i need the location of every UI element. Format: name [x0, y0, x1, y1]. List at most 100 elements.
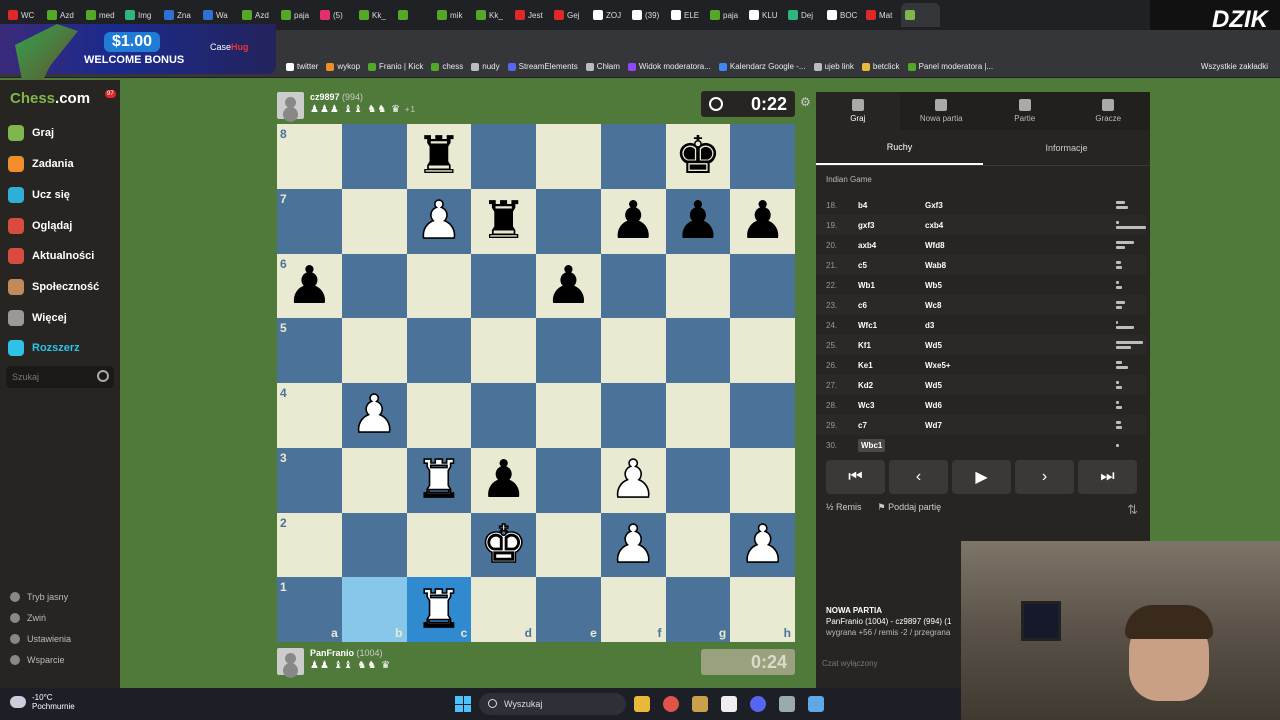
white-pawn-icon[interactable]: ♟ — [609, 518, 657, 572]
gear-icon[interactable]: ⚙ — [800, 95, 811, 109]
square-a8[interactable]: 8 — [277, 124, 342, 189]
black-move[interactable]: cxb4 — [925, 221, 1105, 230]
sidebar-item[interactable]: Ucz się — [8, 187, 70, 203]
square-d7[interactable]: ♜ — [471, 188, 536, 254]
black-pawn-icon[interactable]: ♟ — [545, 260, 592, 312]
white-pawn-icon[interactable]: ♟ — [609, 453, 657, 507]
bookmark-item[interactable]: ujeb link — [813, 62, 854, 71]
white-move[interactable]: Kf1 — [858, 341, 925, 350]
browser-tab[interactable]: (5) — [316, 3, 355, 27]
white-move[interactable]: c6 — [858, 301, 925, 310]
square-f5[interactable] — [600, 318, 666, 383]
square-b8[interactable] — [341, 124, 407, 189]
square-e7[interactable] — [536, 188, 601, 254]
bookmark-item[interactable]: nudy — [471, 62, 500, 71]
sidebar-item[interactable]: Więcej — [8, 310, 67, 326]
white-rook-icon[interactable]: ♜ — [415, 453, 463, 507]
square-g2[interactable] — [665, 512, 731, 578]
play-button[interactable]: ▶ — [952, 460, 1011, 494]
bookmark-item[interactable]: Franio | Kick — [368, 62, 423, 71]
square-c5[interactable] — [406, 318, 472, 383]
browser-tab[interactable]: Jest — [511, 3, 550, 27]
browser-tab[interactable]: ZOJ — [589, 3, 628, 27]
browser-tab[interactable]: KLU — [745, 3, 784, 27]
square-b3[interactable] — [341, 447, 407, 513]
browser-tab[interactable]: ELE — [667, 3, 706, 27]
avatar[interactable] — [277, 92, 304, 119]
square-h7[interactable]: ♟ — [730, 188, 795, 254]
resign-button[interactable]: ⚑ Poddaj partię — [878, 502, 942, 513]
black-move[interactable]: Gxf3 — [925, 201, 1105, 210]
bookmark-item[interactable]: twitter — [286, 62, 318, 71]
white-move[interactable]: Wbc1 — [858, 438, 886, 452]
white-move[interactable]: axb4 — [858, 241, 925, 250]
square-g6[interactable] — [665, 253, 731, 319]
subtab-1[interactable]: Informacje — [983, 130, 1150, 165]
sidebar-item[interactable]: Graj — [8, 125, 54, 141]
square-g3[interactable] — [665, 447, 731, 513]
white-move[interactable]: Wc3 — [858, 401, 925, 410]
sidebar-item[interactable]: Aktualności — [8, 248, 94, 264]
square-h8[interactable] — [730, 124, 795, 189]
square-b2[interactable] — [341, 512, 407, 578]
white-move[interactable]: c7 — [858, 421, 925, 430]
draw-button[interactable]: ½ Remis — [826, 502, 862, 513]
white-move[interactable]: gxf3 — [858, 221, 925, 230]
chess-logo[interactable]: Chess.com — [10, 90, 90, 107]
bookmark-item[interactable]: wykop — [326, 62, 360, 71]
square-f3[interactable]: ♟ — [600, 447, 666, 513]
notification-badge[interactable]: 97 — [105, 90, 116, 98]
square-f1[interactable]: f — [600, 577, 666, 642]
square-a7[interactable]: 7 — [277, 188, 342, 254]
square-e5[interactable] — [536, 318, 601, 383]
black-move[interactable]: Wc8 — [925, 301, 1105, 310]
white-move[interactable]: Wb1 — [858, 281, 925, 290]
square-h1[interactable]: h — [730, 577, 795, 642]
search-input[interactable]: Szukaj — [6, 366, 114, 388]
square-f2[interactable]: ♟ — [600, 512, 666, 578]
black-king-icon[interactable]: ♚ — [675, 130, 722, 182]
browser-tab[interactable]: paja — [706, 3, 745, 27]
white-pawn-icon[interactable]: ♟ — [350, 389, 398, 443]
sidebar-item[interactable]: Rozszerz — [8, 340, 80, 356]
bookmark-item[interactable]: betclick — [861, 62, 900, 71]
square-e6[interactable]: ♟ — [536, 253, 601, 319]
settings-icon[interactable] — [779, 696, 795, 712]
browser-tab[interactable]: mik — [433, 3, 472, 27]
square-c8[interactable]: ♜ — [406, 124, 472, 189]
all-bookmarks[interactable]: Wszystkie zakładki — [1201, 62, 1280, 71]
white-move[interactable]: c5 — [858, 261, 925, 270]
folder-icon[interactable] — [634, 696, 650, 712]
black-pawn-icon[interactable]: ♟ — [610, 195, 657, 247]
square-e1[interactable]: e — [536, 577, 601, 642]
square-f4[interactable] — [600, 383, 666, 448]
white-pawn-icon[interactable]: ♟ — [739, 518, 787, 572]
square-a5[interactable]: 5 — [277, 318, 342, 383]
chrome-icon[interactable] — [663, 696, 679, 712]
avatar[interactable] — [277, 648, 304, 675]
square-c3[interactable]: ♜ — [406, 447, 472, 513]
last-move-button[interactable]: ⏭ — [1078, 460, 1137, 494]
taskbar-search[interactable]: Wyszukaj — [479, 693, 626, 715]
square-e8[interactable] — [536, 124, 601, 189]
sidebar-item[interactable]: Oglądaj — [8, 218, 72, 234]
subtab-0[interactable]: Ruchy — [816, 130, 983, 165]
square-g7[interactable]: ♟ — [665, 188, 731, 254]
sidebar-footer-item[interactable]: Ustawienia — [10, 634, 71, 644]
white-move[interactable]: Ke1 — [858, 361, 925, 370]
first-move-button[interactable]: ⏮ — [826, 460, 885, 494]
square-f6[interactable] — [600, 253, 666, 319]
square-h4[interactable] — [730, 383, 795, 448]
square-c1[interactable]: c ♜ — [406, 577, 472, 642]
chess-board[interactable]: 8 ♜ ♚ 7 ♟ ♜ ♟ ♟ ♟ 6 ♟ ♟ 5 4 ♟ 3 ♜ ♟ ♟ 2 ♚ ♟ ♟ 1 a b c ♜ d e f g h — [277, 124, 795, 642]
browser-tab[interactable]: (39) — [628, 3, 667, 27]
bookmark-item[interactable]: StreamElements — [507, 62, 578, 71]
square-c7[interactable]: ♟ — [406, 188, 472, 254]
square-d2[interactable]: ♚ — [471, 512, 536, 578]
square-e3[interactable] — [536, 447, 601, 513]
tab-1[interactable]: Nowa partia — [900, 92, 984, 130]
square-c6[interactable] — [406, 253, 472, 319]
square-d8[interactable] — [471, 124, 536, 189]
app-icon[interactable] — [721, 696, 737, 712]
black-pawn-icon[interactable]: ♟ — [739, 195, 786, 247]
